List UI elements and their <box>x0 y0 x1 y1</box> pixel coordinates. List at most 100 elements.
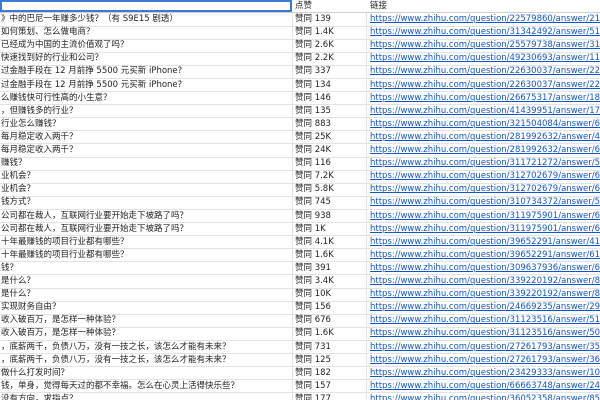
title-cell[interactable]: 公司都在裁人，互联网行业要开始走下坡路了吗？ <box>0 223 292 236</box>
answer-link[interactable]: https://www.zhihu.com/question/311721272… <box>370 158 600 168</box>
title-cell[interactable]: 每月稳定收入两千？ <box>0 144 292 157</box>
votes-cell[interactable]: 赞同 2.6K <box>293 39 366 52</box>
votes-cell[interactable]: 赞同 10K <box>293 288 366 301</box>
link-cell[interactable]: https://www.zhihu.com/question/311975901… <box>367 223 600 236</box>
votes-cell[interactable]: 赞同 25K <box>293 131 366 144</box>
votes-cell[interactable]: 赞同 391 <box>293 262 366 275</box>
link-cell[interactable]: https://www.zhihu.com/question/22630037/… <box>367 79 600 92</box>
votes-cell[interactable]: 赞同 3.4K <box>293 275 366 288</box>
votes-cell[interactable]: 赞同 5.8K <box>293 183 366 196</box>
answer-link[interactable]: https://www.zhihu.com/question/36052358/… <box>370 394 600 400</box>
title-cell[interactable]: 是什么？ <box>0 275 292 288</box>
answer-link[interactable]: https://www.zhihu.com/question/39652291/… <box>370 250 600 260</box>
votes-cell[interactable]: 赞同 157 <box>293 380 366 393</box>
link-cell[interactable]: https://www.zhihu.com/question/309637936… <box>367 262 600 275</box>
votes-cell[interactable]: 赞同 731 <box>293 341 366 354</box>
link-cell[interactable]: https://www.zhihu.com/question/36052358/… <box>367 393 600 400</box>
votes-cell[interactable]: 赞同 156 <box>293 301 366 314</box>
title-cell[interactable]: 每月稳定收入两千？ <box>0 131 292 144</box>
votes-cell[interactable]: 赞同 177 <box>293 393 366 400</box>
link-cell[interactable]: https://www.zhihu.com/question/339220192… <box>367 288 600 301</box>
link-cell[interactable]: https://www.zhihu.com/question/281992632… <box>367 144 600 157</box>
link-cell[interactable]: https://www.zhihu.com/question/26675317/… <box>367 92 600 105</box>
title-cell[interactable]: 收入破百万，是怎样一种体验？ <box>0 314 292 327</box>
votes-cell[interactable]: 赞同 1K <box>293 223 366 236</box>
answer-link[interactable]: https://www.zhihu.com/question/321504084… <box>370 119 600 129</box>
votes-cell[interactable]: 赞同 1.6K <box>293 249 366 262</box>
link-cell[interactable]: https://www.zhihu.com/question/66663748/… <box>367 380 600 393</box>
header-cell-title[interactable] <box>0 0 292 12</box>
link-cell[interactable]: https://www.zhihu.com/question/312702679… <box>367 170 600 183</box>
answer-link[interactable]: https://www.zhihu.com/question/66663748/… <box>370 381 600 391</box>
votes-cell[interactable]: 赞同 139 <box>293 13 366 26</box>
link-cell[interactable]: https://www.zhihu.com/question/49230693/… <box>367 52 600 65</box>
title-cell[interactable]: 十年最赚钱的项目行业都有哪些？ <box>0 236 292 249</box>
link-cell[interactable]: https://www.zhihu.com/question/24669235/… <box>367 301 600 314</box>
link-cell[interactable]: https://www.zhihu.com/question/39652291/… <box>367 236 600 249</box>
title-cell[interactable]: 实现财务自由？ <box>0 301 292 314</box>
title-cell[interactable]: 过金融手段在 12 月前挣 5500 元买新 iPhone? <box>0 65 292 78</box>
title-cell[interactable]: 收入破百万，是怎样一种体验？ <box>0 327 292 340</box>
votes-cell[interactable]: 赞同 4.1K <box>293 236 366 249</box>
answer-link[interactable]: https://www.zhihu.com/question/312702679… <box>370 184 600 194</box>
link-cell[interactable]: https://www.zhihu.com/question/312702679… <box>367 183 600 196</box>
title-cell[interactable]: 业机会？ <box>0 170 292 183</box>
answer-link[interactable]: https://www.zhihu.com/question/339220192… <box>370 276 600 286</box>
answer-link[interactable]: https://www.zhihu.com/question/339220192… <box>370 289 600 299</box>
answer-link[interactable]: https://www.zhihu.com/question/22630037/… <box>370 66 600 76</box>
title-cell[interactable]: 钱，单身，觉得每天过的都不幸福。怎么在心灵上活得快乐些？ <box>0 380 292 393</box>
link-cell[interactable]: https://www.zhihu.com/question/41439951/… <box>367 105 600 118</box>
answer-link[interactable]: https://www.zhihu.com/question/311975901… <box>370 211 600 221</box>
votes-cell[interactable]: 赞同 24K <box>293 144 366 157</box>
title-cell[interactable]: 公司都在裁人，互联网行业要开始走下坡路了吗？ <box>0 210 292 223</box>
votes-cell[interactable]: 赞同 676 <box>293 314 366 327</box>
link-cell[interactable]: https://www.zhihu.com/question/22579860/… <box>367 13 600 26</box>
header-cell-link[interactable]: 链接 <box>367 0 600 12</box>
votes-cell[interactable]: 赞同 146 <box>293 92 366 105</box>
answer-link[interactable]: https://www.zhihu.com/question/31342492/… <box>370 27 600 37</box>
title-cell[interactable]: 十年最赚钱的项目行业都有哪些？ <box>0 249 292 262</box>
title-cell[interactable]: ，底薪两千，负债八万，没有一技之长，该怎么才能有未来？ <box>0 354 292 367</box>
votes-cell[interactable]: 赞同 938 <box>293 210 366 223</box>
answer-link[interactable]: https://www.zhihu.com/question/27261793/… <box>370 342 600 352</box>
answer-link[interactable]: https://www.zhihu.com/question/39652291/… <box>370 237 600 247</box>
link-cell[interactable]: https://www.zhihu.com/question/321504084… <box>367 118 600 131</box>
votes-cell[interactable]: 赞同 135 <box>293 105 366 118</box>
answer-link[interactable]: https://www.zhihu.com/question/31123516/… <box>370 328 600 338</box>
link-cell[interactable]: https://www.zhihu.com/question/31123516/… <box>367 327 600 340</box>
link-cell[interactable]: https://www.zhihu.com/question/31123516/… <box>367 314 600 327</box>
votes-cell[interactable]: 赞同 1.4K <box>293 26 366 39</box>
link-cell[interactable]: https://www.zhihu.com/question/27261793/… <box>367 341 600 354</box>
link-cell[interactable]: https://www.zhihu.com/question/31342492/… <box>367 26 600 39</box>
votes-cell[interactable]: 赞同 1.6K <box>293 327 366 340</box>
link-cell[interactable]: https://www.zhihu.com/question/310734372… <box>367 196 600 209</box>
link-cell[interactable]: https://www.zhihu.com/question/339220192… <box>367 275 600 288</box>
answer-link[interactable]: https://www.zhihu.com/question/310734372… <box>370 197 600 207</box>
votes-cell[interactable]: 赞同 745 <box>293 196 366 209</box>
votes-cell[interactable]: 赞同 7.2K <box>293 170 366 183</box>
title-cell[interactable]: 行业怎么赚钱？ <box>0 118 292 131</box>
title-cell[interactable]: 是什么？ <box>0 288 292 301</box>
answer-link[interactable]: https://www.zhihu.com/question/22630037/… <box>370 80 600 90</box>
link-cell[interactable]: https://www.zhihu.com/question/311721272… <box>367 157 600 170</box>
header-cell-votes[interactable]: 点赞 <box>293 0 366 12</box>
answer-link[interactable]: https://www.zhihu.com/question/31123516/… <box>370 315 600 325</box>
link-cell[interactable]: https://www.zhihu.com/question/25579738/… <box>367 39 600 52</box>
title-cell[interactable]: ，但赚钱多的行业？ <box>0 105 292 118</box>
votes-cell[interactable]: 赞同 883 <box>293 118 366 131</box>
title-cell[interactable]: 》中的巴尼一年赚多少钱？（有 S9E15 剧透） <box>0 13 292 26</box>
votes-cell[interactable]: 赞同 134 <box>293 79 366 92</box>
answer-link[interactable]: https://www.zhihu.com/question/23429333/… <box>370 368 600 378</box>
link-cell[interactable]: https://www.zhihu.com/question/281992632… <box>367 131 600 144</box>
answer-link[interactable]: https://www.zhihu.com/question/27261793/… <box>370 355 600 365</box>
answer-link[interactable]: https://www.zhihu.com/question/24669235/… <box>370 302 600 312</box>
votes-cell[interactable]: 赞同 2.2K <box>293 52 366 65</box>
title-cell[interactable]: 过金融手段在 12 月前挣 5500 元买新 iPhone? <box>0 79 292 92</box>
title-cell[interactable]: 如何策划、怎么做电商？ <box>0 26 292 39</box>
answer-link[interactable]: https://www.zhihu.com/question/41439951/… <box>370 106 600 116</box>
votes-cell[interactable]: 赞同 125 <box>293 354 366 367</box>
answer-link[interactable]: https://www.zhihu.com/question/22579860/… <box>370 14 600 24</box>
answer-link[interactable]: https://www.zhihu.com/question/312702679… <box>370 171 600 181</box>
title-cell[interactable]: 钱方式？ <box>0 196 292 209</box>
answer-link[interactable]: https://www.zhihu.com/question/311975901… <box>370 224 600 234</box>
